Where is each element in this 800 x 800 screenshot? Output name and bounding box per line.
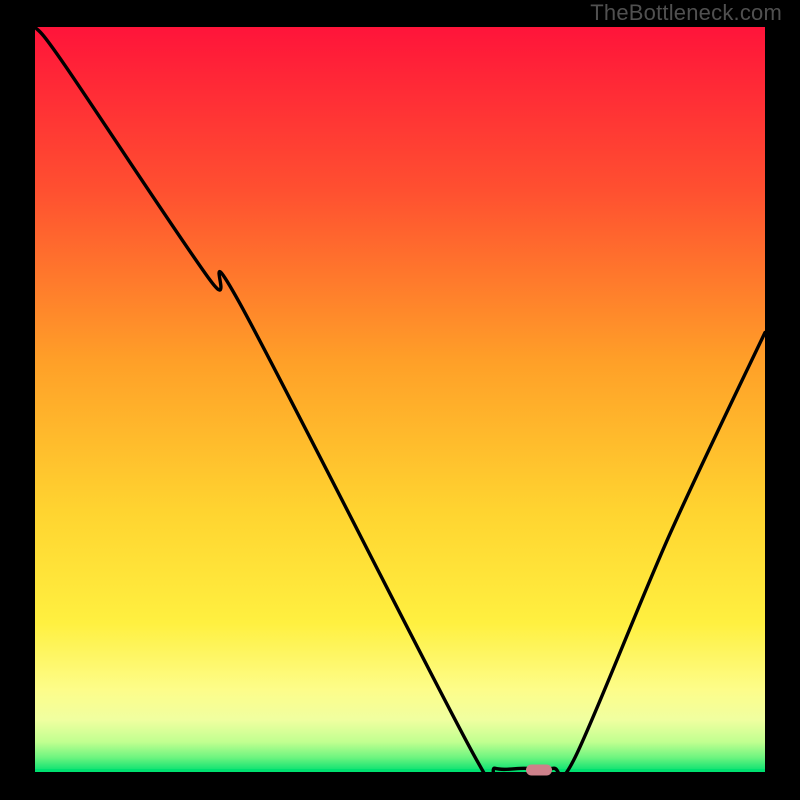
baseline bbox=[35, 769, 765, 772]
watermark-text: TheBottleneck.com bbox=[590, 0, 782, 26]
optimal-point-marker bbox=[526, 764, 552, 775]
bottleneck-plot bbox=[0, 0, 800, 800]
plot-background bbox=[35, 27, 765, 772]
chart-frame: { "watermark": "TheBottleneck.com", "col… bbox=[0, 0, 800, 800]
